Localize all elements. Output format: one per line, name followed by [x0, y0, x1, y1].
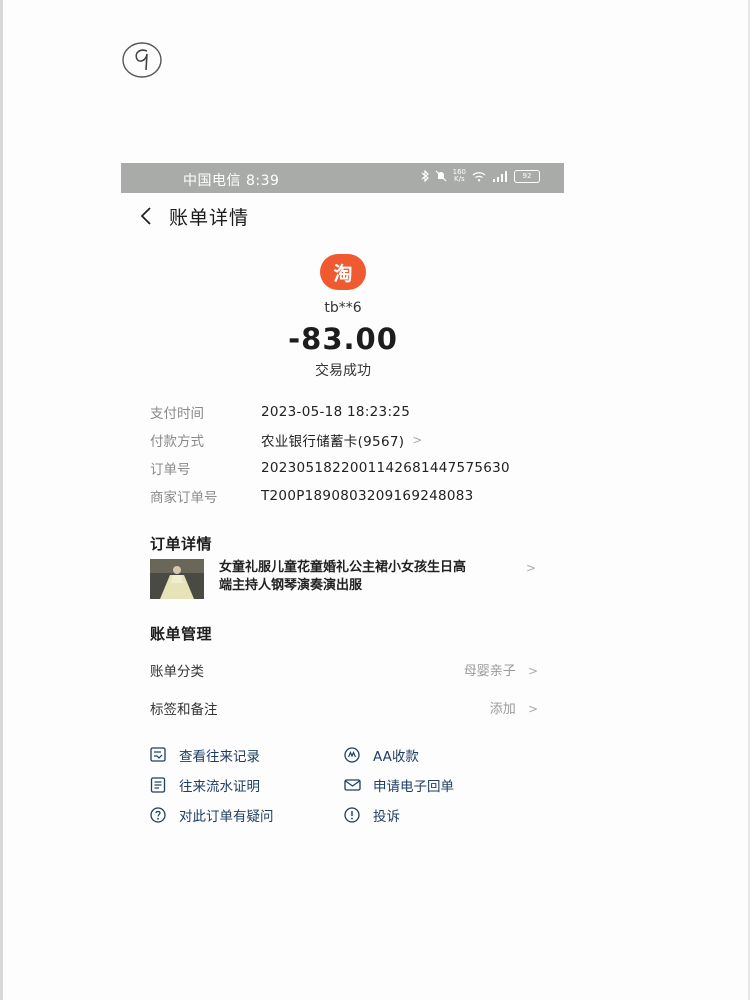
aa-payment-icon	[344, 747, 360, 763]
bill-category-label: 账单分类	[150, 664, 204, 680]
detail-row-pay-time: 支付时间 2023-05-18 18:23:25	[150, 398, 550, 426]
merchant-order-number-value: T200P1890803209169248083	[261, 488, 474, 504]
chevron-right-icon[interactable]: >	[412, 433, 422, 447]
status-bar: 中国电信 8:39 160 K/s 92	[121, 163, 564, 193]
chevron-right-icon[interactable]: >	[526, 561, 536, 575]
aa-collect-button[interactable]: AA收款	[344, 745, 419, 765]
detail-row-payment-method[interactable]: 付款方式 农业银行储蓄卡(9567) >	[150, 426, 550, 454]
complaint-button[interactable]: 投诉	[344, 805, 400, 825]
pay-time-value: 2023-05-18 18:23:25	[261, 404, 411, 420]
bill-category-row[interactable]: 账单分类 母婴亲子 >	[150, 660, 542, 682]
mute-bell-icon	[435, 170, 447, 182]
handwritten-page-number-mark	[122, 42, 162, 78]
transaction-status: 交易成功	[315, 363, 371, 379]
tags-notes-row[interactable]: 标签和备注 添加 >	[150, 698, 542, 720]
view-history-button[interactable]: 查看往来记录	[150, 745, 260, 765]
chevron-right-icon: >	[527, 702, 538, 716]
detail-row-merchant-order-number: 商家订单号 T200P1890803209169248083	[150, 482, 550, 510]
signal-icon	[493, 170, 507, 182]
product-title[interactable]: 女童礼服儿童花童婚礼公主裙小女孩生日高 端主持人钢琴演奏演出服	[219, 559, 519, 595]
bill-category-value[interactable]: 母婴亲子 >	[464, 660, 538, 679]
scan-edge-left	[0, 0, 3, 1000]
detail-row-order-number: 订单号 20230518220011426814475​75630	[150, 454, 550, 482]
net-speed: 160 K/s	[452, 168, 466, 183]
product-thumbnail	[150, 559, 204, 599]
taobao-logo: 淘	[320, 254, 366, 290]
merchant-name: tb**6	[324, 300, 362, 316]
bill-management-title: 账单管理	[150, 625, 213, 643]
wifi-icon	[472, 171, 486, 181]
order-details-title: 订单详情	[150, 535, 213, 553]
carrier-time: 中国电信 8:39	[183, 173, 280, 189]
transaction-details: 支付时间 2023-05-18 18:23:25 付款方式 农业银行储蓄卡(95…	[150, 398, 550, 510]
payment-method-value[interactable]: 农业银行储蓄卡(9567)	[261, 430, 404, 450]
chevron-right-icon: >	[527, 664, 538, 678]
statement-proof-button[interactable]: 往来流水证明	[150, 775, 260, 795]
battery-level: 92	[522, 171, 532, 180]
transaction-amount: -83.00	[288, 322, 398, 356]
mail-envelope-icon	[344, 779, 361, 791]
tags-add-value[interactable]: 添加 >	[490, 698, 538, 717]
tags-notes-label: 标签和备注	[150, 702, 218, 718]
order-number-label: 订单号	[150, 462, 191, 478]
alert-circle-icon	[344, 807, 360, 823]
back-arrow-icon[interactable]	[137, 206, 157, 226]
order-number-value: 20230518220011426814475​75630	[261, 460, 510, 476]
status-icons: 160 K/s 92	[421, 169, 540, 183]
history-record-icon	[150, 747, 166, 762]
merchant-order-number-label: 商家订单号	[150, 490, 218, 506]
battery-icon: 92	[514, 169, 540, 183]
page-title: 账单详情	[169, 206, 250, 229]
pay-time-label: 支付时间	[150, 406, 204, 422]
order-question-button[interactable]: 对此订单有疑问	[150, 805, 274, 825]
statement-document-icon	[150, 777, 166, 793]
payment-method-label: 付款方式	[150, 434, 204, 450]
question-circle-icon	[150, 807, 166, 823]
header: 账单详情	[137, 203, 249, 229]
bluetooth-icon	[421, 170, 429, 182]
e-receipt-button[interactable]: 申请电子回单	[344, 775, 454, 795]
order-item[interactable]: 女童礼服儿童花童婚礼公主裙小女孩生日高 端主持人钢琴演奏演出服 >	[150, 559, 542, 599]
